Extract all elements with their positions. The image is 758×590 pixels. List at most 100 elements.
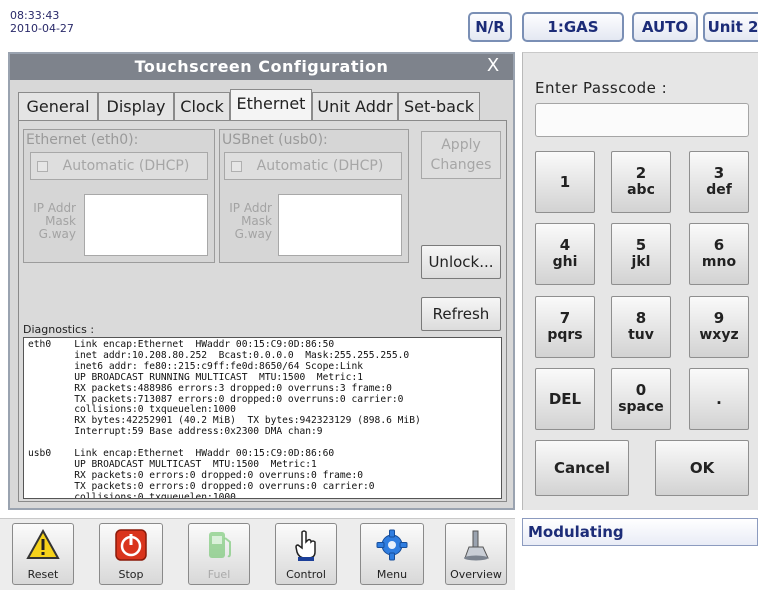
key-primary-label: 1 bbox=[559, 172, 571, 191]
keypad-key-2[interactable]: 2 abc bbox=[611, 151, 671, 213]
key-letters-label: abc bbox=[627, 182, 655, 198]
key-primary-label: 0 bbox=[635, 381, 647, 399]
key-letters-label: mno bbox=[701, 254, 737, 270]
eth0-dhcp-toggle[interactable]: Automatic (DHCP) bbox=[30, 152, 208, 180]
ethernet-tab-panel: Ethernet (eth0): Automatic (DHCP) IP Add… bbox=[18, 120, 507, 502]
control-button[interactable]: Control bbox=[275, 523, 337, 585]
eth0-dhcp-label: Automatic (DHCP) bbox=[62, 158, 190, 174]
keypad-key-4[interactable]: 4 ghi bbox=[535, 223, 595, 285]
tab-unit-addr[interactable]: Unit Addr bbox=[312, 92, 398, 120]
tab-general[interactable]: General bbox=[18, 92, 98, 120]
reset-button[interactable]: Reset bbox=[12, 523, 74, 585]
hand-pointer-icon bbox=[295, 530, 316, 561]
key-primary-label: 3 bbox=[713, 164, 725, 182]
usb0-gateway-label: G.way bbox=[234, 227, 272, 241]
fuel-select-button[interactable]: 1:GAS bbox=[522, 12, 624, 42]
keypad-key-5[interactable]: 5 jkl bbox=[611, 223, 671, 285]
usb0-ip-labels: IP Addr Mask G.way bbox=[220, 202, 272, 241]
key-letters-label: jkl bbox=[631, 254, 651, 270]
eth0-dhcp-checkbox[interactable] bbox=[37, 161, 48, 172]
usb0-dhcp-label: Automatic (DHCP) bbox=[256, 158, 384, 174]
keypad-key-6[interactable]: 6 mno bbox=[689, 223, 749, 285]
keypad-key-3[interactable]: 3 def bbox=[689, 151, 749, 213]
key-primary-label: 2 bbox=[635, 164, 647, 182]
key-letters-label: def bbox=[706, 182, 732, 198]
unit-select-button[interactable]: Unit 2 bbox=[703, 12, 758, 42]
keypad-key-7[interactable]: 7 pqrs bbox=[535, 296, 595, 358]
usb0-dhcp-checkbox[interactable] bbox=[231, 161, 242, 172]
fuel-icon bbox=[209, 532, 231, 558]
clock-display: 08:33:43 2010-04-27 bbox=[10, 9, 74, 35]
cancel-label: Cancel bbox=[553, 458, 610, 477]
key-primary-label: 5 bbox=[635, 236, 647, 254]
ok-button[interactable]: OK bbox=[655, 440, 749, 496]
diagnostics-output[interactable]: eth0 Link encap:Ethernet HWaddr 00:15:C9… bbox=[23, 337, 502, 499]
tab-set-back[interactable]: Set-back bbox=[398, 92, 480, 120]
stop-button[interactable]: Stop bbox=[99, 523, 163, 585]
auto-mode-button[interactable]: AUTO bbox=[632, 12, 698, 42]
overview-icon bbox=[464, 530, 489, 561]
key-letters-label: space bbox=[618, 399, 664, 415]
gear-icon bbox=[376, 529, 408, 561]
time-text: 08:33:43 bbox=[10, 9, 60, 22]
apply-changes-button[interactable]: Apply Changes bbox=[421, 131, 501, 179]
date-text: 2010-04-27 bbox=[10, 22, 74, 35]
eth0-label: Ethernet (eth0): bbox=[26, 132, 139, 148]
key-primary-label: DEL bbox=[548, 389, 582, 408]
key-primary-label: 8 bbox=[635, 309, 647, 327]
key-primary-label: 7 bbox=[559, 309, 571, 327]
key-primary-label: 9 bbox=[713, 309, 725, 327]
bottom-toolbar bbox=[0, 518, 515, 590]
keypad-key-0[interactable]: 0 space bbox=[611, 368, 671, 430]
cancel-button[interactable]: Cancel bbox=[535, 440, 629, 496]
keypad-key-dot[interactable]: . bbox=[689, 368, 749, 430]
stop-icon bbox=[115, 529, 147, 561]
keypad-key-del[interactable]: DEL bbox=[535, 368, 595, 430]
refresh-button[interactable]: Refresh bbox=[421, 297, 501, 331]
keypad-key-9[interactable]: 9 wxyz bbox=[689, 296, 749, 358]
keypad-key-1[interactable]: 1 bbox=[535, 151, 595, 213]
fuel-label: Fuel bbox=[207, 568, 231, 581]
eth0-gateway-label: G.way bbox=[38, 227, 76, 241]
warning-icon bbox=[26, 528, 60, 559]
key-letters-label: wxyz bbox=[699, 327, 739, 343]
tab-clock[interactable]: Clock bbox=[174, 92, 230, 120]
key-primary-label: . bbox=[716, 389, 722, 408]
status-area: Modulating bbox=[522, 518, 758, 590]
key-primary-label: 4 bbox=[559, 236, 571, 254]
usb0-dhcp-toggle[interactable]: Automatic (DHCP) bbox=[224, 152, 402, 180]
passcode-label: Enter Passcode : bbox=[535, 79, 668, 97]
diagnostics-label: Diagnostics : bbox=[23, 323, 95, 336]
overview-label: Overview bbox=[450, 568, 502, 581]
usb0-label: USBnet (usb0): bbox=[222, 132, 328, 148]
menu-button[interactable]: Menu bbox=[360, 523, 424, 585]
tab-ethernet[interactable]: Ethernet bbox=[230, 89, 312, 121]
key-letters-label: tuv bbox=[628, 327, 654, 343]
tab-display[interactable]: Display bbox=[98, 92, 174, 120]
keypad-key-8[interactable]: 8 tuv bbox=[611, 296, 671, 358]
dialog-title: Touchscreen Configuration bbox=[10, 54, 513, 80]
menu-label: Menu bbox=[376, 568, 408, 581]
passcode-input[interactable] bbox=[535, 103, 749, 137]
key-letters-label: pqrs bbox=[547, 327, 583, 343]
stop-label: Stop bbox=[118, 568, 144, 581]
control-label: Control bbox=[286, 568, 326, 581]
usb0-ip-fields[interactable] bbox=[278, 194, 402, 256]
eth0-ip-labels: IP Addr Mask G.way bbox=[24, 202, 76, 241]
eth0-ip-fields[interactable] bbox=[84, 194, 208, 256]
overview-button[interactable]: Overview bbox=[445, 523, 507, 585]
nr-button[interactable]: N/R bbox=[468, 12, 512, 42]
close-icon[interactable]: X bbox=[473, 54, 513, 80]
ok-label: OK bbox=[689, 458, 715, 477]
touchscreen-config-dialog: Touchscreen Configuration X General Disp… bbox=[8, 52, 515, 510]
usb0-group: USBnet (usb0): Automatic (DHCP) IP Addr … bbox=[219, 129, 409, 263]
key-primary-label: 6 bbox=[713, 236, 725, 254]
key-letters-label: ghi bbox=[552, 254, 578, 270]
eth0-group: Ethernet (eth0): Automatic (DHCP) IP Add… bbox=[23, 129, 215, 263]
passcode-panel: Enter Passcode : 1 2 abc 3 def 4 ghi 5 jkl 6 mno 7 p… bbox=[522, 52, 758, 510]
reset-label: Reset bbox=[27, 568, 59, 581]
top-status-bar: 08:33:43 2010-04-27 N/R 1:GAS AUTO Unit … bbox=[0, 0, 758, 52]
fuel-button[interactable]: Fuel bbox=[188, 523, 250, 585]
burner-status: Modulating bbox=[522, 518, 758, 546]
unlock-button[interactable]: Unlock... bbox=[421, 245, 501, 279]
